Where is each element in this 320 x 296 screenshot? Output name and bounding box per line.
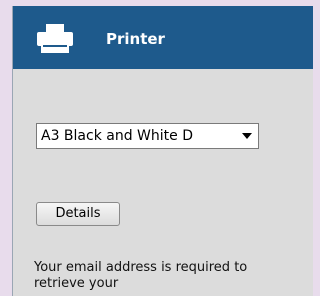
printer-panel: Printer A3 Black and White D Details You… bbox=[12, 6, 313, 296]
panel-title: Printer bbox=[106, 30, 165, 48]
printer-icon bbox=[37, 24, 73, 54]
email-notice: Your email address is required to retrie… bbox=[34, 260, 248, 291]
panel-header: Printer bbox=[13, 6, 313, 69]
printer-select-value: A3 Black and White D bbox=[41, 128, 193, 144]
chevron-down-icon bbox=[242, 133, 252, 139]
details-button[interactable]: Details bbox=[36, 202, 120, 226]
printer-select[interactable]: A3 Black and White D bbox=[36, 123, 259, 149]
